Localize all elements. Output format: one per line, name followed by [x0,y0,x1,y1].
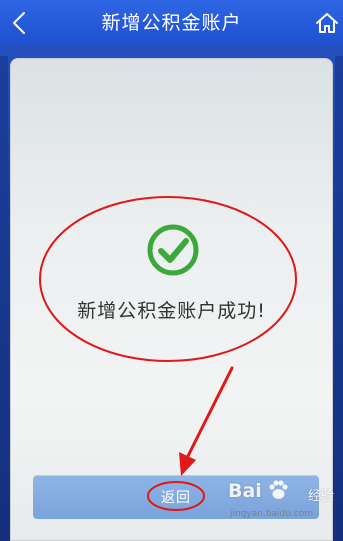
watermark-brand: Bai [228,480,262,502]
paw-icon [269,480,288,499]
watermark-url: jingyan.baidu.com [230,509,314,519]
home-button[interactable] [311,7,343,39]
baidu-watermark: Bai 经验 jingyan.baidu.com [228,478,336,538]
app-screen: 新增公积金账户 新增公积金账户成功! 返回 Bai 经验 jingyan.bai… [0,0,343,541]
return-button-label: 返回 [161,490,191,506]
home-icon [316,13,338,33]
check-circle-icon [147,224,199,276]
success-message: 新增公积金账户成功! [77,300,266,322]
watermark-suffix: 经验 [308,489,335,504]
header-bar: 新增公积金账户 [0,0,343,46]
page-title: 新增公积金账户 [101,12,242,34]
